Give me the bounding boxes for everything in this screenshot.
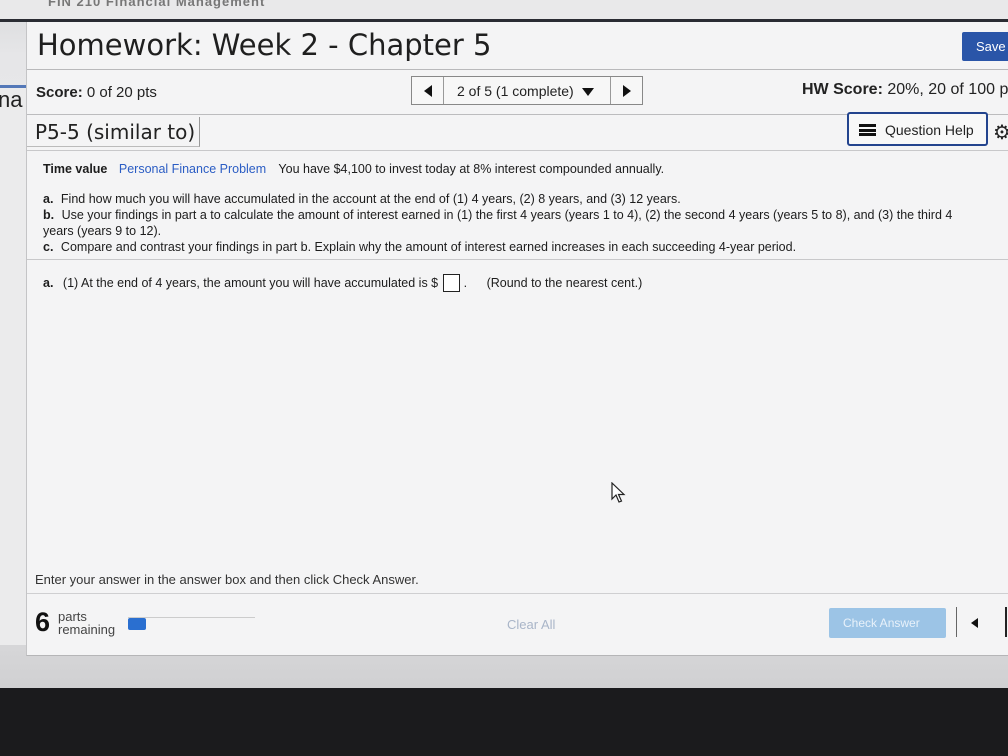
list-icon [859,124,876,136]
homework-panel: Homework: Week 2 - Chapter 5 Save Score:… [26,22,1008,656]
parts-remaining-label: parts remaining [58,609,116,637]
left-sidebar-strip: na [0,85,26,645]
answer-hint: (Round to the nearest cent.) [486,276,643,290]
cut-off-course-title: FIN 210 Financial Management [48,0,266,9]
problem-topic: Time value [43,162,108,176]
question-pager: 2 of 5 (1 complete) [411,76,643,105]
answer-period: . [463,276,468,290]
problem-statement: Time value Personal Finance Problem You … [43,162,664,176]
score-display: Score: 0 of 20 pts [36,84,157,101]
divider [956,607,957,637]
question-id: P5-5 (similar to) [27,117,201,147]
page-title: Homework: Week 2 - Chapter 5 [37,28,492,62]
sidebar-text-fragment: na [0,87,23,112]
question-selector[interactable]: 2 of 5 (1 complete) [457,83,574,99]
parts-progress-bar [128,617,255,630]
part-text: Compare and contrast your findings in pa… [60,240,797,254]
part-letter: b. [43,208,55,222]
save-button[interactable]: Save [962,32,1008,61]
part-letter: c. [43,240,54,254]
check-answer-button[interactable]: Check Answer [829,608,946,638]
hw-score-value: 20%, 20 of 100 p [887,81,1008,98]
score-value: 0 of 20 pts [86,84,157,101]
previous-part-icon[interactable] [971,618,978,628]
question-help-button[interactable]: Question Help [847,112,988,146]
chevron-down-icon[interactable] [582,88,594,96]
answer-letter: a. [43,276,54,290]
hw-score-label: HW Score: [802,81,883,98]
previous-question-button[interactable] [412,77,444,104]
question-part-b-continued: years (years 9 to 12). [43,224,161,238]
mouse-pointer-icon [611,482,626,503]
part-text: years (years 9 to 12). [43,224,162,238]
answer-prompt: (1) At the end of 4 years, the amount yo… [62,276,439,290]
clear-all-button[interactable]: Clear All [507,617,555,632]
browser-screen: FIN 210 Financial Management na Homework… [0,0,1008,688]
score-label: Score: [36,84,83,101]
part-text: Use your findings in part a to calculate… [61,208,953,222]
answer-input[interactable] [442,274,460,292]
hw-score-display: HW Score: 20%, 20 of 100 p [802,81,1008,99]
divider [27,69,1008,70]
answer-row: a. (1) At the end of 4 years, the amount… [43,274,642,292]
divider [27,593,1008,594]
parts-remaining-count: 6 [35,607,51,637]
divider [27,150,1008,151]
panel-edge [1005,607,1007,637]
part-text: Find how much you will have accumulated … [60,192,681,206]
browser-top-bar: FIN 210 Financial Management [0,0,1008,22]
answer-instructions: Enter your answer in the answer box and … [35,572,419,587]
question-part-b: b. Use your findings in part a to calcul… [43,208,952,222]
divider [27,259,1008,260]
gear-icon[interactable]: ⚙ [993,120,1008,145]
question-part-a: a. Find how much you will have accumulat… [43,192,681,206]
problem-intro: You have $4,100 to invest today at 8% in… [278,162,665,176]
next-question-button[interactable] [610,77,642,104]
progress-fill [128,618,146,630]
part-letter: a. [43,192,54,206]
question-help-label: Question Help [885,122,974,138]
question-part-c: c. Compare and contrast your findings in… [43,240,796,254]
personal-finance-problem-link[interactable]: Personal Finance Problem [119,162,266,176]
